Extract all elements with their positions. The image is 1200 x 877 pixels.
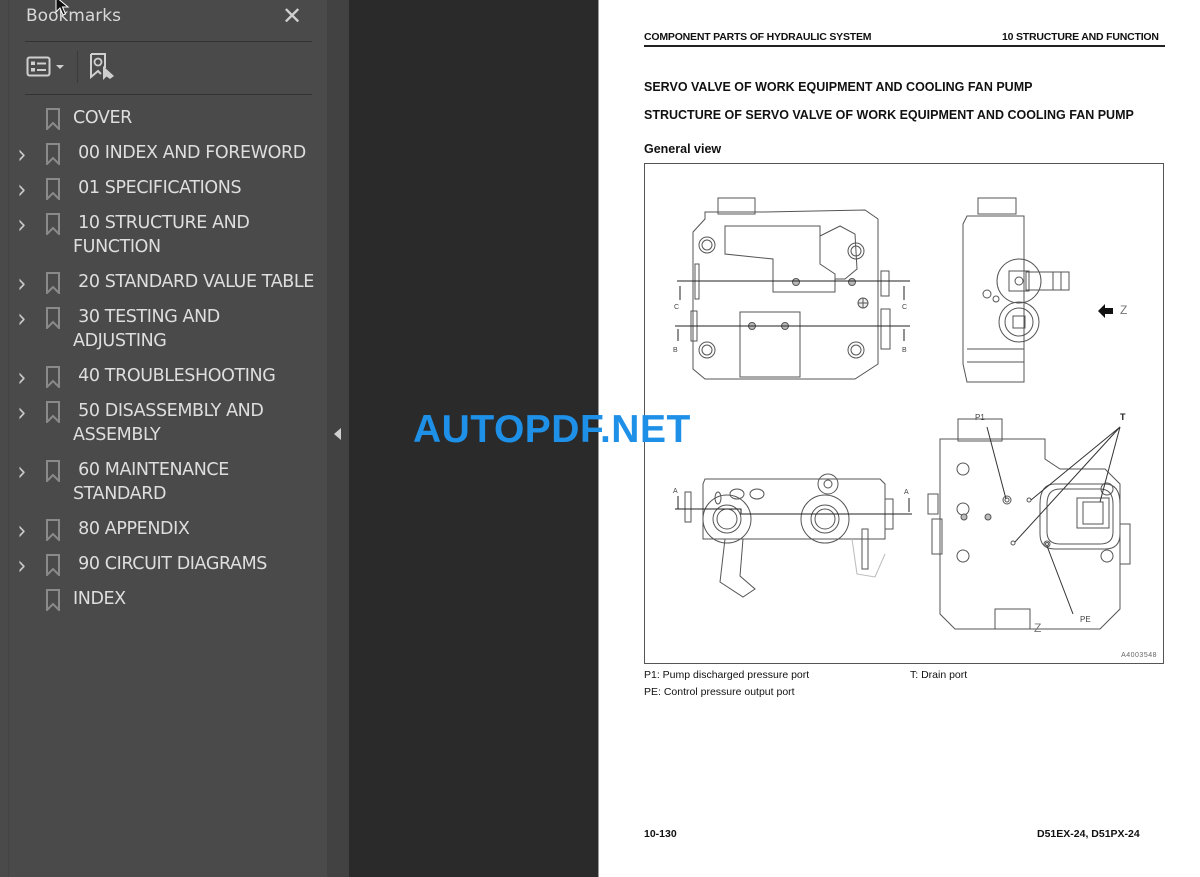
callout-p1: P1 (975, 413, 985, 422)
bookmark-label: 10 STRUCTURE AND FUNCTION (73, 213, 255, 257)
view-z-title: Z (1034, 621, 1041, 635)
expand-chevron-icon[interactable]: › (17, 550, 42, 582)
section-label-b-left: B (673, 347, 678, 354)
bookmark-label: COVER (73, 108, 132, 128)
section-label-c-right: C (902, 304, 907, 311)
bookmark-item[interactable]: › 90 CIRCUIT DIAGRAMS (0, 550, 327, 580)
bookmark-label: 00 INDEX AND FOREWORD (73, 143, 306, 163)
bookmark-label: 30 TESTING AND ADJUSTING (73, 307, 226, 351)
bookmark-item[interactable]: ›COVER (0, 104, 327, 130)
page-number: 10-130 (644, 828, 677, 840)
bookmark-label: 40 TROUBLESHOOTING (73, 366, 276, 386)
bookmark-options-button[interactable] (26, 54, 68, 80)
bookmark-icon (46, 307, 60, 329)
model-numbers: D51EX-24, D51PX-24 (1037, 828, 1140, 840)
callout-t: T (1120, 412, 1126, 422)
page-header-chapter: 10 STRUCTURE AND FUNCTION (1002, 31, 1159, 43)
bookmark-item[interactable]: › 80 APPENDIX (0, 515, 327, 545)
servo-valve-drawing: C C B B A A P1 T PE Z Z (673, 197, 1131, 635)
page-subheading: STRUCTURE OF SERVO VALVE OF WORK EQUIPME… (644, 108, 1134, 122)
bookmark-label: 50 DISASSEMBLY AND ASSEMBLY (73, 401, 269, 445)
bookmark-icon (46, 460, 60, 482)
bookmark-label: 60 MAINTENANCE STANDARD (73, 460, 235, 504)
bookmark-item[interactable]: › 60 MAINTENANCE STANDARD (0, 456, 327, 506)
close-panel-button[interactable]: ✕ (282, 2, 302, 30)
expand-chevron-icon[interactable]: › (17, 515, 42, 547)
bookmark-icon (46, 519, 60, 541)
bookmark-item[interactable]: ›INDEX (0, 585, 327, 611)
page-header-section: COMPONENT PARTS OF HYDRAULIC SYSTEM (644, 31, 872, 43)
side-view-drawing (962, 197, 1070, 383)
bookmark-icon (46, 108, 60, 130)
bookmark-item[interactable]: › 50 DISASSEMBLY AND ASSEMBLY (0, 397, 327, 447)
expand-chevron-icon[interactable]: › (17, 209, 42, 241)
legend-pe: PE: Control pressure output port (644, 686, 795, 698)
bookmark-label: 90 CIRCUIT DIAGRAMS (73, 554, 268, 574)
section-label: General view (644, 142, 722, 156)
bookmark-icon (46, 589, 60, 611)
legend-p1: P1: Pump discharged pressure port (644, 669, 810, 681)
toolbar-divider (77, 51, 78, 83)
section-label-c-left: C (674, 304, 679, 311)
general-view-figure: C C B B A A P1 T PE Z Z A4003548 (644, 163, 1164, 664)
legend-t: T: Drain port (910, 669, 968, 681)
bookmark-options-icon (26, 56, 64, 77)
section-label-b-right: B (902, 347, 907, 354)
z-view-drawing (927, 418, 1131, 630)
bookmark-label: INDEX (73, 589, 126, 609)
expand-chevron-icon[interactable]: › (17, 268, 42, 300)
divider (25, 94, 312, 95)
bookmarks-panel: Bookmarks ✕ ›COVER› 00 INDEX AND FOREWOR… (0, 0, 327, 877)
bookmark-icon (46, 178, 60, 200)
figure-id: A4003548 (1121, 652, 1157, 659)
bookmark-label: 80 APPENDIX (73, 519, 190, 539)
bookmark-item[interactable]: › 10 STRUCTURE AND FUNCTION (0, 209, 327, 259)
bookmark-icon (46, 401, 60, 423)
find-current-bookmark-button[interactable] (88, 52, 118, 82)
bookmark-icon (46, 213, 60, 235)
expand-chevron-icon[interactable]: › (17, 397, 42, 429)
mouse-cursor-icon (55, 0, 70, 16)
bookmark-item[interactable]: › 00 INDEX AND FOREWORD (0, 139, 327, 169)
bookmark-item[interactable]: › 40 TROUBLESHOOTING (0, 362, 327, 392)
bookmark-list: ›COVER› 00 INDEX AND FOREWORD› 01 SPECIF… (0, 104, 327, 620)
bookmark-item[interactable]: › 01 SPECIFICATIONS (0, 174, 327, 204)
view-z-arrow-label: Z (1120, 303, 1127, 317)
callout-pe: PE (1080, 615, 1091, 624)
bookmark-label: 20 STANDARD VALUE TABLE (73, 272, 314, 292)
divider (25, 41, 312, 42)
find-current-bookmark-icon (90, 53, 114, 80)
bookmark-item[interactable]: › 30 TESTING AND ADJUSTING (0, 303, 327, 353)
section-label-a-left: A (673, 488, 678, 495)
bookmark-icon (46, 143, 60, 165)
bookmark-icon (46, 272, 60, 294)
bookmark-icon (46, 366, 60, 388)
expand-chevron-icon[interactable]: › (17, 362, 42, 394)
header-rule (644, 45, 1165, 47)
expand-chevron-icon[interactable]: › (17, 456, 42, 488)
collapse-panel-arrow-icon[interactable] (334, 428, 341, 440)
front-view-drawing (690, 197, 891, 380)
watermark-text: AUTOPDF.NET (413, 408, 691, 451)
section-label-a-right: A (904, 489, 909, 496)
expand-chevron-icon[interactable]: › (17, 139, 42, 171)
expand-chevron-icon[interactable]: › (17, 303, 42, 335)
bottom-view-drawing (684, 473, 894, 598)
panel-title: Bookmarks (26, 6, 121, 26)
bookmark-icon (46, 554, 60, 576)
expand-chevron-icon[interactable]: › (17, 174, 42, 206)
page-heading: SERVO VALVE OF WORK EQUIPMENT AND COOLIN… (644, 80, 1033, 94)
bookmark-item[interactable]: › 20 STANDARD VALUE TABLE (0, 268, 327, 298)
bookmark-label: 01 SPECIFICATIONS (73, 178, 242, 198)
